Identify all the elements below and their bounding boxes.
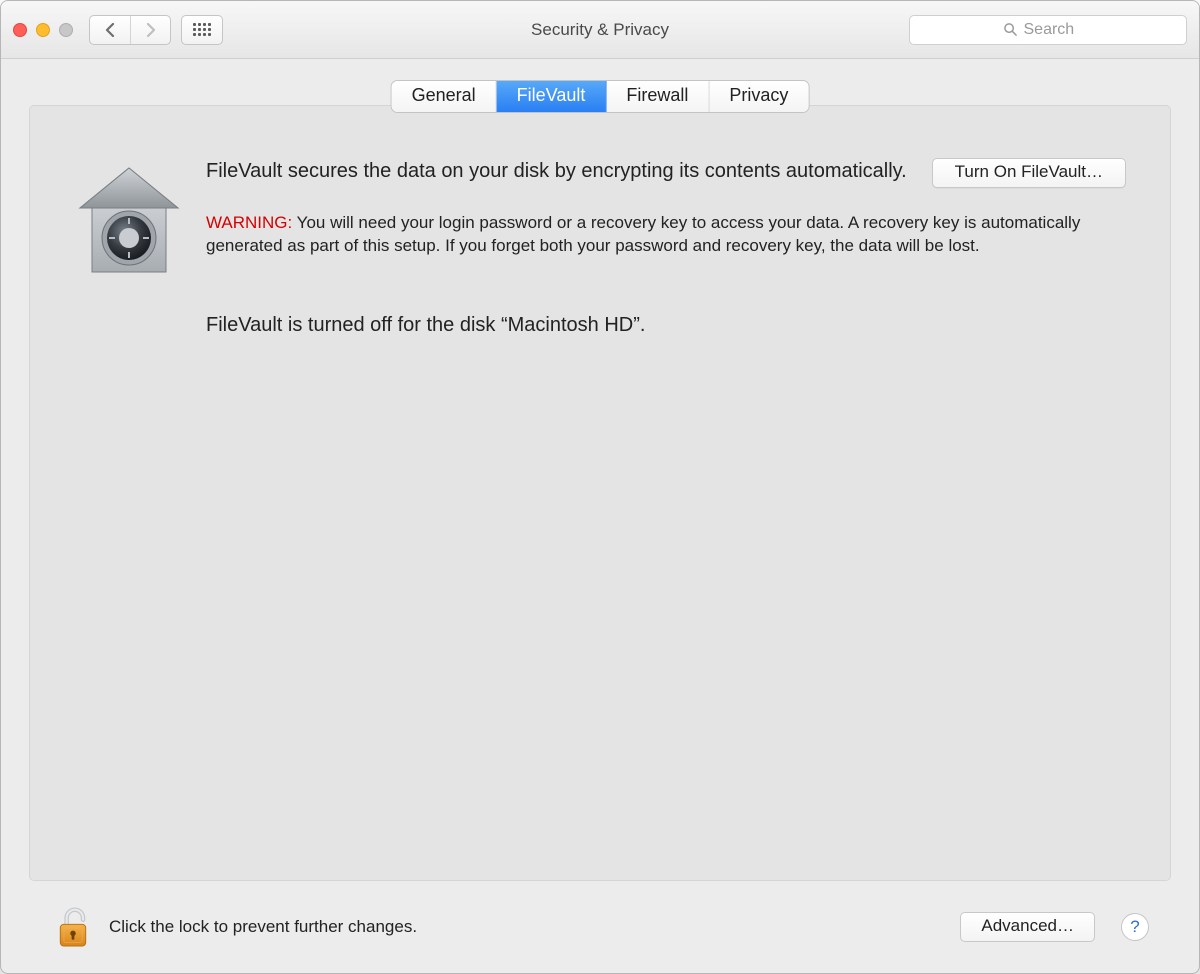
- turn-on-filevault-button[interactable]: Turn On FileVault…: [932, 158, 1126, 188]
- warning-label: WARNING:: [206, 213, 292, 232]
- forward-button[interactable]: [130, 16, 170, 44]
- window-controls: [13, 23, 73, 37]
- minimize-window-button[interactable]: [36, 23, 50, 37]
- tab-privacy[interactable]: Privacy: [709, 81, 808, 112]
- lock-button[interactable]: [51, 900, 95, 954]
- back-button[interactable]: [90, 16, 130, 44]
- chevron-left-icon: [104, 23, 116, 37]
- filevault-icon: [74, 162, 184, 337]
- tab-firewall[interactable]: Firewall: [606, 81, 709, 112]
- advanced-button[interactable]: Advanced…: [960, 912, 1095, 942]
- content-area: General FileVault Firewall Privacy: [1, 59, 1199, 973]
- tab-panel: FileVault secures the data on your disk …: [29, 105, 1171, 881]
- search-field[interactable]: [909, 15, 1187, 45]
- titlebar: Security & Privacy: [1, 1, 1199, 59]
- search-icon: [1003, 22, 1018, 37]
- show-all-prefs-button[interactable]: [181, 15, 223, 45]
- tab-filevault[interactable]: FileVault: [497, 81, 607, 112]
- close-window-button[interactable]: [13, 23, 27, 37]
- window-title: Security & Privacy: [531, 20, 669, 40]
- preferences-window: Security & Privacy General FileVault Fir…: [0, 0, 1200, 974]
- grid-icon: [193, 23, 211, 37]
- search-input[interactable]: [1024, 21, 1094, 39]
- help-button[interactable]: ?: [1121, 913, 1149, 941]
- tab-bar: General FileVault Firewall Privacy: [392, 81, 809, 112]
- lock-hint-text: Click the lock to prevent further change…: [109, 917, 417, 937]
- warning-text: You will need your login password or a r…: [206, 213, 1080, 255]
- filevault-warning: WARNING: You will need your login passwo…: [206, 212, 1126, 258]
- chevron-right-icon: [145, 23, 157, 37]
- footer: Click the lock to prevent further change…: [29, 881, 1171, 973]
- zoom-window-button[interactable]: [59, 23, 73, 37]
- unlocked-padlock-icon: [53, 902, 93, 952]
- nav-back-forward: [89, 15, 171, 45]
- tab-general[interactable]: General: [392, 81, 497, 112]
- filevault-headline: FileVault secures the data on your disk …: [206, 158, 912, 185]
- filevault-status: FileVault is turned off for the disk “Ma…: [206, 314, 1126, 337]
